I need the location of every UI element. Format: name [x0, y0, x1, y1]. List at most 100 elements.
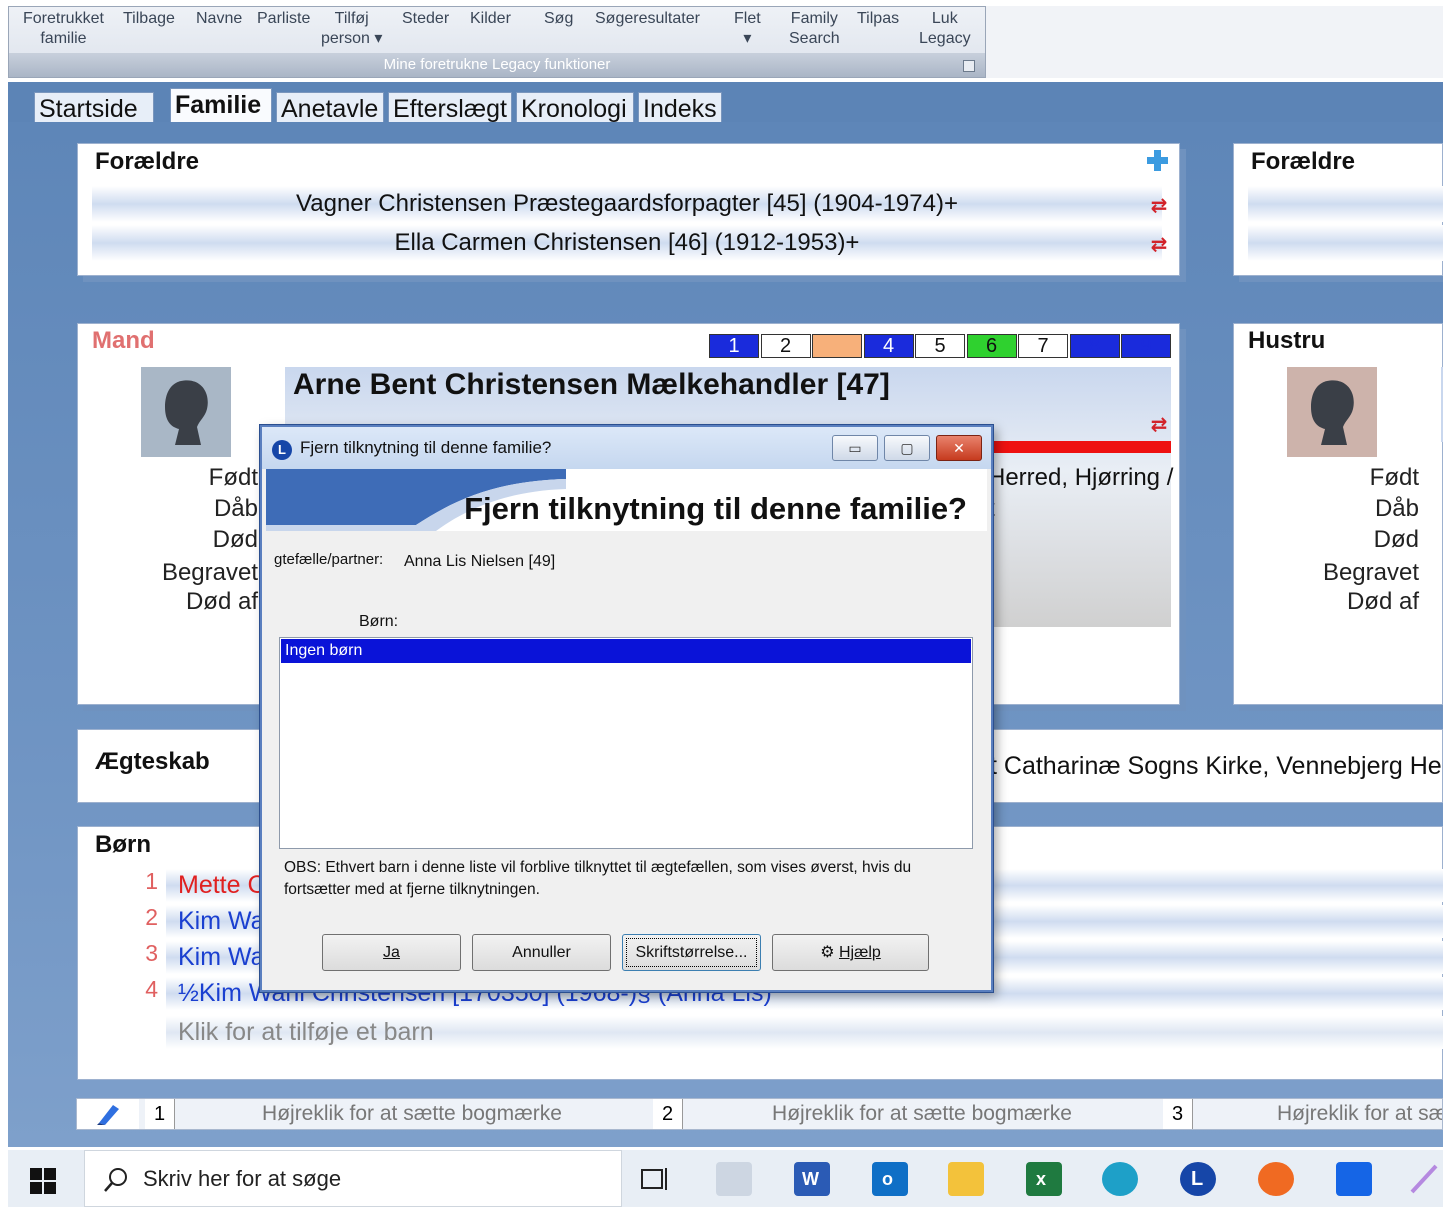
outlook-icon[interactable]: o	[872, 1162, 908, 1196]
close-button[interactable]: ✕	[936, 435, 982, 461]
minimize-button[interactable]: ▭	[832, 435, 878, 461]
ribbon-button-8[interactable]: Søgeresultater	[595, 9, 700, 29]
wife-title: Hustru	[1248, 327, 1326, 354]
wife-parents-title: Forældre	[1251, 148, 1356, 175]
wife-parents-panel: Forældre	[1233, 143, 1443, 276]
yes-button[interactable]: Ja	[322, 934, 461, 971]
dialog-header: Fjern tilknytning til denne familie?	[266, 469, 987, 531]
dialog-title: Fjern tilknytning til denne familie?	[300, 438, 552, 457]
search-placeholder: Skriv her for at søge	[143, 1166, 342, 1191]
remove-from-family-dialog: L Fjern tilknytning til denne familie? ▭…	[260, 425, 993, 992]
taskbar-search-box[interactable]: Skriv her for at søge	[84, 1150, 622, 1207]
bookmark-2-number: 2	[653, 1099, 683, 1129]
help-icon: ⚙	[820, 944, 839, 961]
color-tag-7[interactable]: 7	[1018, 334, 1068, 358]
color-tag-1[interactable]: 1	[709, 334, 759, 358]
ribbon-button-3[interactable]: Parliste	[257, 9, 310, 29]
wife-fact-burial: Begravet	[1322, 559, 1419, 586]
bookmarks-bar: 1 Højreklik for at sætte bogmærke 2 Højr…	[76, 1098, 1443, 1130]
color-tag-6[interactable]: 6	[966, 334, 1017, 358]
ribbon-toolbar: Foretrukket familie Tilbage Navne Parliste T…	[8, 6, 986, 78]
ribbon-group-label: Mine foretrukne Legacy funktioner	[9, 53, 985, 77]
windows-start-icon[interactable]	[30, 1168, 56, 1194]
child-number: 1	[145, 868, 158, 894]
bookmark-pen-icon[interactable]	[77, 1099, 139, 1129]
swap-father-icon[interactable]: ⇄	[1148, 195, 1170, 217]
tab-indeks[interactable]: Indeks	[638, 92, 722, 124]
tab-startside[interactable]: Startside	[34, 92, 154, 124]
word-icon[interactable]: W	[794, 1162, 830, 1196]
marriage-place[interactable]: t Catharinæ Sogns Kirke, Vennebjerg Her	[990, 752, 1443, 781]
file-explorer-icon[interactable]	[948, 1162, 984, 1196]
legacy-icon[interactable]: L	[1180, 1162, 1216, 1196]
dialog-launcher-icon[interactable]	[963, 60, 975, 72]
spouse-value: Anna Lis Nielsen [49]	[404, 553, 556, 570]
bookmark-3[interactable]: Højreklik for at sæ	[1201, 1099, 1442, 1129]
tab-kronologi[interactable]: Kronologi	[516, 92, 634, 124]
ribbon-button-12[interactable]: Luk Legacy	[919, 9, 971, 49]
wife-father-row[interactable]	[1248, 186, 1443, 222]
husband-title: Mand	[92, 327, 155, 354]
tab-familie[interactable]: Familie	[170, 88, 272, 124]
husband-avatar[interactable]	[141, 367, 231, 457]
child-number: 3	[145, 940, 158, 966]
wife-avatar[interactable]	[1287, 367, 1377, 457]
wife-fact-born: Født	[1369, 464, 1419, 491]
color-tag-4[interactable]: 4	[863, 334, 914, 358]
wife-fact-death: Død	[1373, 526, 1419, 553]
firefox-icon[interactable]	[1258, 1162, 1294, 1196]
color-tag-9[interactable]: 9	[1121, 334, 1171, 358]
help-button-label: Hjælp	[839, 944, 881, 961]
children-title: Børn	[95, 831, 151, 858]
tab-efterslaegt[interactable]: Efterslægt	[388, 92, 512, 124]
color-tag-boxes: 123456789	[709, 334, 1172, 358]
father-row[interactable]: Vagner Christensen Præstegaardsforpagter…	[92, 186, 1162, 222]
ribbon-button-5[interactable]: Steder	[402, 9, 449, 29]
wife-fact-baptism: Dåb	[1374, 495, 1419, 522]
color-tag-2[interactable]: 2	[760, 334, 811, 358]
children-listbox[interactable]: Ingen børn	[279, 637, 973, 849]
excel-icon[interactable]: x	[1026, 1162, 1062, 1196]
cancel-button[interactable]: Annuller	[472, 934, 611, 971]
ribbon-empty-area	[986, 6, 1443, 78]
pen-app-icon[interactable]	[1408, 1162, 1438, 1196]
color-tag-3[interactable]: 3	[812, 334, 862, 358]
maximize-button[interactable]: ▢	[884, 435, 930, 461]
dialog-titlebar[interactable]: L Fjern tilknytning til denne familie? ▭…	[262, 427, 991, 469]
child-number: 4	[145, 976, 158, 1002]
ribbon-button-6[interactable]: Kilder	[470, 9, 511, 29]
ribbon-button-9[interactable]: Flet ▾	[734, 9, 761, 49]
search-icon	[103, 1167, 129, 1193]
bookmark-1[interactable]: Højreklik for at sætte bogmærke	[181, 1099, 643, 1129]
ribbon-button-7[interactable]: Søg	[544, 9, 573, 29]
add-child-row[interactable]: Klik for at tilføje et barn	[166, 1016, 1443, 1049]
legacy-logo-icon: L	[272, 440, 292, 460]
color-tag-5[interactable]: 5	[915, 334, 965, 358]
tab-anetavle[interactable]: Anetavle	[276, 92, 384, 124]
dialog-heading: Fjern tilknytning til denne familie?	[464, 491, 967, 526]
edge-icon[interactable]	[1102, 1162, 1138, 1196]
ribbon-button-10[interactable]: Family Search	[789, 9, 840, 49]
bookmark-2[interactable]: Højreklik for at sætte bogmærke	[689, 1099, 1155, 1129]
swap-husband-icon[interactable]: ⇄	[1148, 414, 1170, 436]
wife-mother-row[interactable]	[1248, 225, 1443, 261]
ribbon-button-11[interactable]: Tilpas	[857, 9, 899, 29]
wife-panel: Hustru Født Dåb Død Begravet Død af	[1233, 323, 1443, 705]
task-view-icon[interactable]	[638, 1162, 674, 1196]
help-button[interactable]: ⚙ Hjælp	[772, 934, 929, 971]
ribbon-button-2[interactable]: Navne	[196, 9, 242, 29]
husband-name[interactable]: Arne Bent Christensen Mælkehandler [47]	[293, 368, 890, 402]
ribbon-button-1[interactable]: Tilbage	[123, 9, 175, 29]
parents-panel: Forældre Vagner Christensen Præstegaards…	[77, 143, 1180, 276]
add-parents-icon[interactable]	[1145, 148, 1169, 172]
ribbon-button-0[interactable]: Foretrukket familie	[23, 9, 104, 49]
font-size-button[interactable]: Skriftstørrelse...	[622, 934, 761, 971]
swap-mother-icon[interactable]: ⇄	[1148, 234, 1170, 256]
spouse-label: gtefælle/partner:	[274, 551, 384, 568]
mother-row[interactable]: Ella Carmen Christensen [46] (1912-1953)…	[92, 225, 1162, 261]
color-tag-8[interactable]: 8	[1069, 334, 1120, 358]
ribbon-button-4[interactable]: Tilføj person ▾	[321, 9, 382, 49]
list-item[interactable]: Ingen børn	[281, 639, 971, 663]
performance-monitor-icon[interactable]	[716, 1162, 752, 1196]
dropbox-icon[interactable]	[1336, 1162, 1372, 1196]
